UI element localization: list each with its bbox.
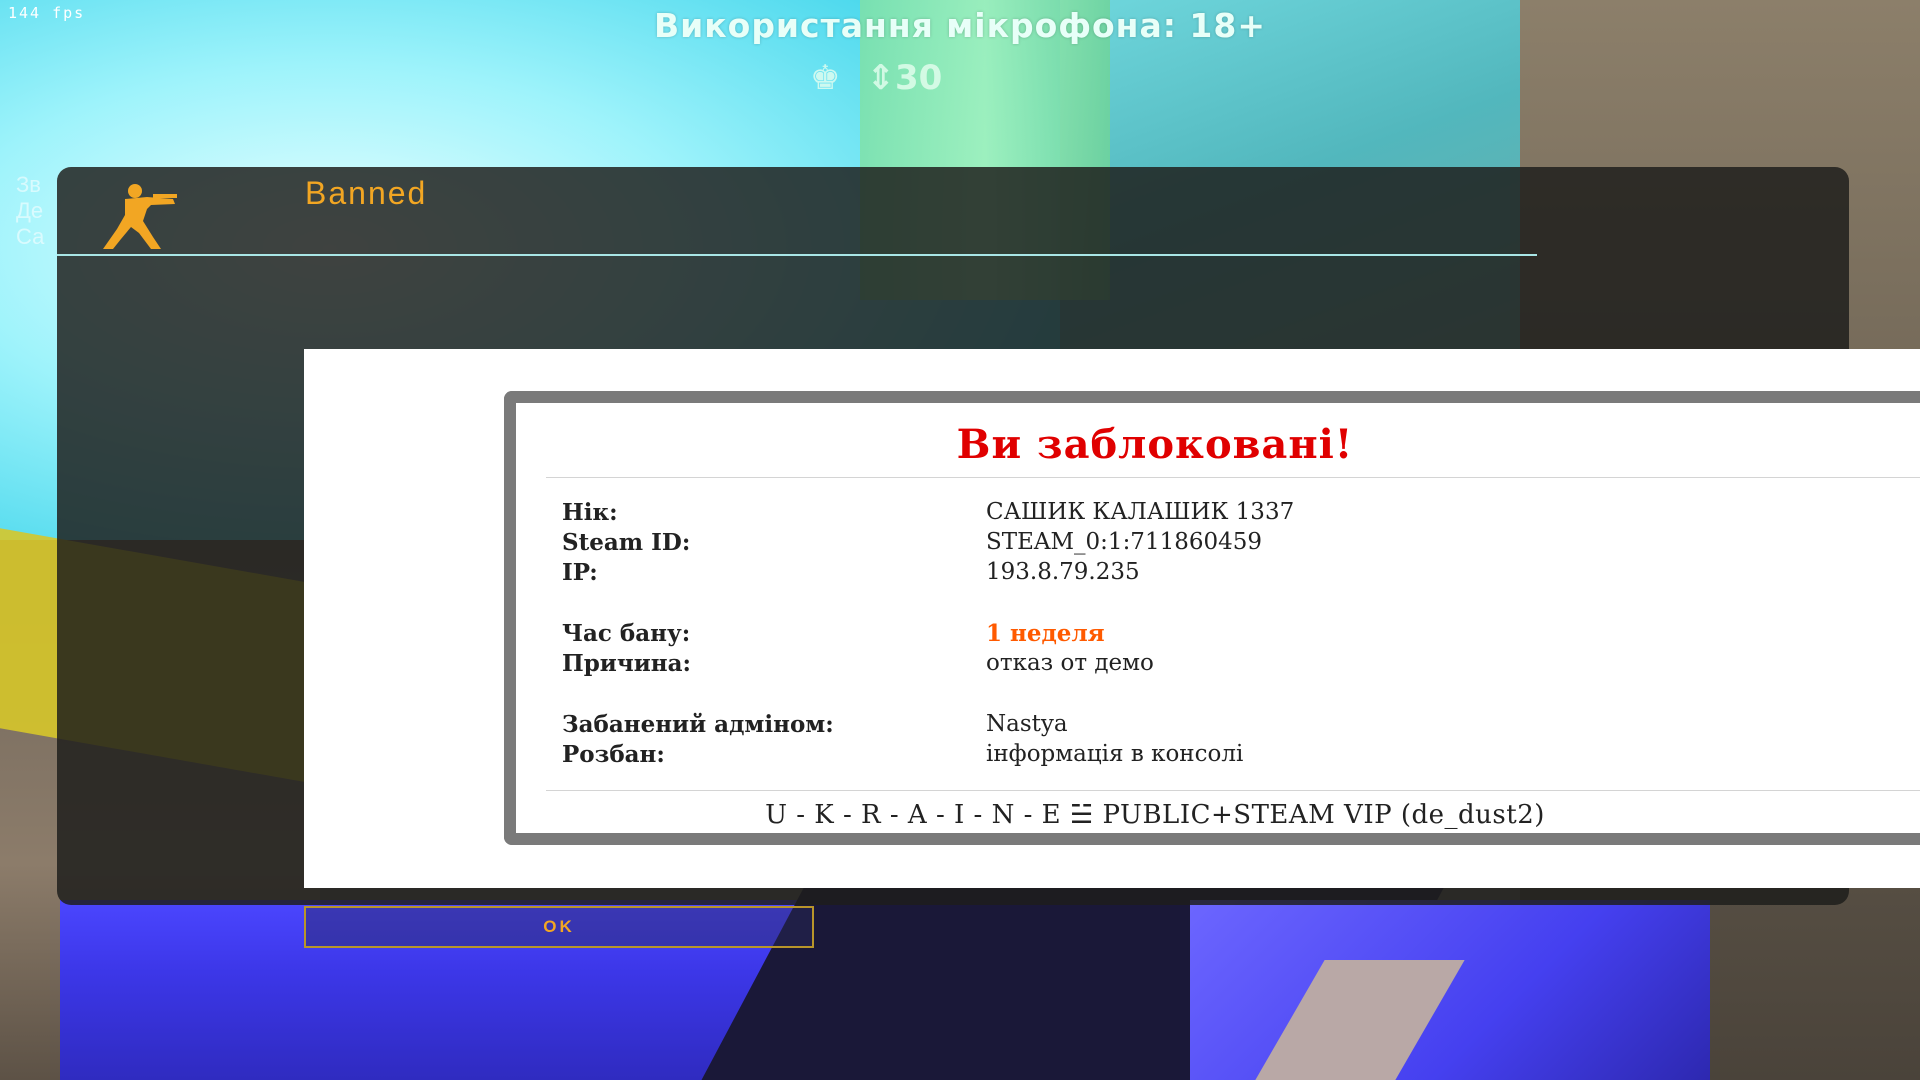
weapon-tip bbox=[1190, 900, 1710, 1080]
card-divider bbox=[546, 790, 1920, 791]
chat-ghost: Зв Де Са bbox=[16, 172, 44, 250]
ip-row: IP: 193.8.79.235 bbox=[562, 559, 1862, 589]
nick-label: Нік: bbox=[562, 499, 618, 526]
ip-value: 193.8.79.235 bbox=[986, 559, 1140, 585]
ok-button[interactable]: OK bbox=[304, 906, 814, 948]
steam-id-label: Steam ID: bbox=[562, 529, 691, 556]
admin-value: Nastya bbox=[986, 711, 1068, 737]
reason-value: отказ от демо bbox=[986, 650, 1154, 676]
money-icon: ⇕30 bbox=[866, 58, 943, 98]
ban-time-value: 1 неделя bbox=[986, 620, 1105, 647]
card-divider bbox=[546, 477, 1920, 478]
motd-divider bbox=[57, 254, 1537, 256]
motd-html-panel: Ви заблоковані! Нік: САШИК КАЛАШИК 1337 … bbox=[304, 349, 1920, 888]
chat-ghost-line: Де bbox=[16, 198, 44, 223]
unban-value: інформація в консолі bbox=[986, 741, 1244, 767]
ip-label: IP: bbox=[562, 559, 598, 586]
ban-card: Ви заблоковані! Нік: САШИК КАЛАШИК 1337 … bbox=[504, 391, 1920, 845]
ban-time-label: Час бану: bbox=[562, 620, 691, 647]
hud-icons: ♚ ⇕30 bbox=[810, 58, 942, 98]
motd-title: Banned bbox=[305, 175, 428, 211]
chat-ghost-line: Са bbox=[16, 224, 45, 249]
chat-ghost-line: Зв bbox=[16, 172, 41, 197]
steam-id-value: STEAM_0:1:711860459 bbox=[986, 529, 1263, 555]
nick-value: САШИК КАЛАШИК 1337 bbox=[986, 499, 1295, 525]
steam-id-row: Steam ID: STEAM_0:1:711860459 bbox=[562, 529, 1862, 559]
motd-header: Banned bbox=[57, 167, 1849, 253]
admin-row: Забанений адміном: Nastya bbox=[562, 711, 1862, 741]
reason-label: Причина: bbox=[562, 650, 691, 677]
mic-notice: Використання мікрофона: 18+ bbox=[653, 6, 1267, 45]
admin-label: Забанений адміном: bbox=[562, 711, 834, 738]
ban-heading: Ви заблоковані! bbox=[956, 421, 1354, 468]
ban-time-row: Час бану: 1 неделя bbox=[562, 620, 1862, 650]
unban-label: Розбан: bbox=[562, 741, 665, 768]
counter-terrorist-icon bbox=[103, 184, 177, 249]
reason-row: Причина: отказ от демо bbox=[562, 650, 1862, 680]
crown-icon: ♚ bbox=[810, 58, 841, 98]
unban-row: Розбан: інформація в консолі bbox=[562, 741, 1862, 771]
server-name: U - K - R - A - I - N - E ☱ PUBLIC+STEAM… bbox=[765, 800, 1545, 830]
game-scene: 144 fps Використання мікрофона: 18+ ♚ ⇕3… bbox=[0, 0, 1920, 1080]
fps-counter: 144 fps bbox=[8, 4, 86, 22]
nick-row: Нік: САШИК КАЛАШИК 1337 bbox=[562, 499, 1862, 529]
